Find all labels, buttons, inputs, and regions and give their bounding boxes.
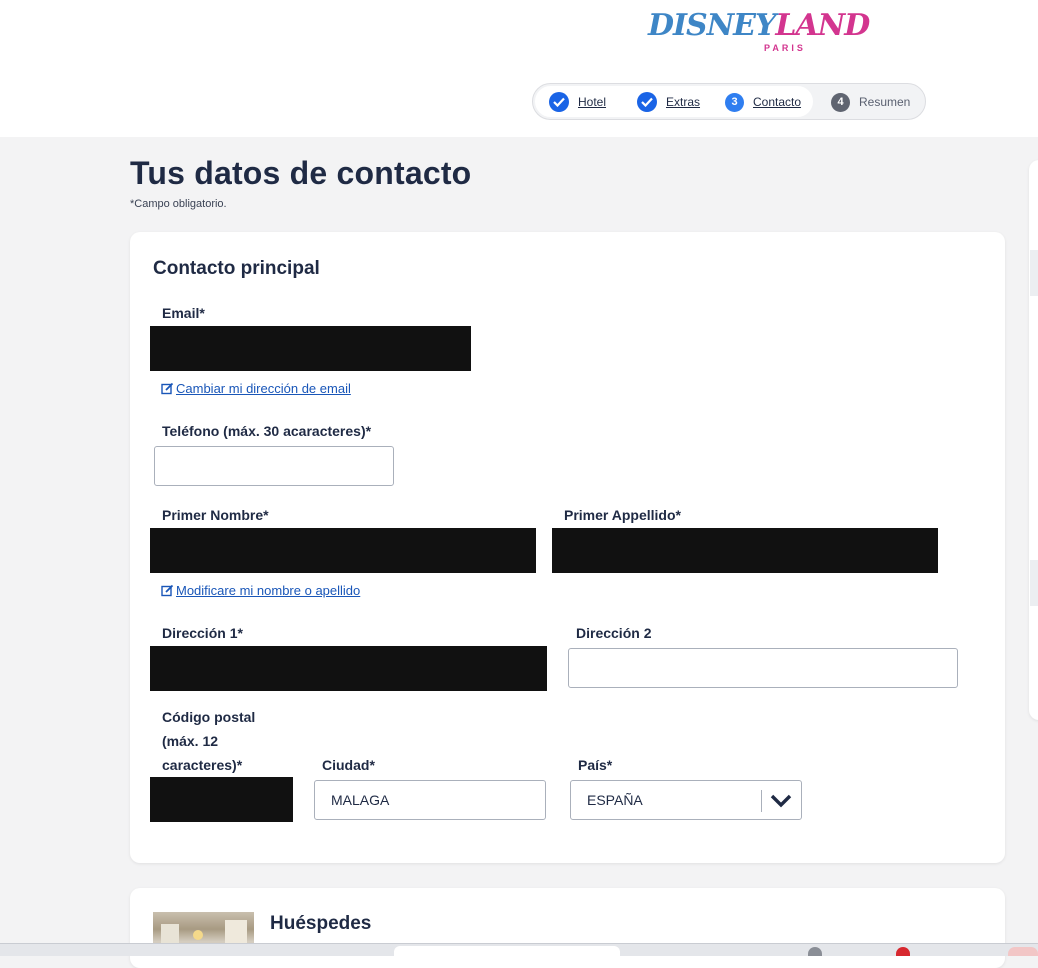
address1-label: Dirección 1*: [162, 625, 243, 641]
step-extras[interactable]: Extras: [637, 92, 700, 112]
country-label: País*: [578, 757, 613, 773]
country-select[interactable]: ESPAÑA: [570, 780, 802, 820]
side-panel-row: [1030, 250, 1038, 296]
address1-field-redacted[interactable]: [150, 646, 547, 691]
guests-section-title: Huéspedes: [270, 913, 372, 934]
postal-code-label-line3: caracteres)*: [162, 757, 243, 773]
phone-label: Teléfono (máx. 30 acaracteres)*: [162, 423, 372, 439]
email-label: Email*: [162, 305, 205, 321]
page-title: Tus datos de contacto: [130, 155, 472, 191]
thumb-lamp: [193, 930, 203, 940]
email-field-redacted[interactable]: [150, 326, 471, 371]
postal-code-label-line2: (máx. 12: [162, 733, 219, 749]
first-name-label: Primer Nombre*: [162, 507, 269, 523]
side-panel-row: [1030, 560, 1038, 606]
postal-code-label-line1: Código postal: [162, 709, 256, 725]
first-name-field-redacted[interactable]: [150, 528, 536, 573]
phone-input[interactable]: [154, 446, 394, 486]
modify-name-link-text[interactable]: Modificare mi nombre o apellido: [176, 583, 360, 598]
last-name-field-redacted[interactable]: [552, 528, 938, 573]
step-number-badge: 4: [831, 92, 850, 112]
step-hotel[interactable]: Hotel: [549, 92, 606, 112]
step-label-contacto[interactable]: Contacto: [753, 95, 801, 109]
select-divider: [761, 790, 762, 812]
site-header: DISNEYLAND PARIS Hotel Extras 3 Contacto…: [0, 0, 1038, 137]
step-label-hotel[interactable]: Hotel: [578, 95, 606, 109]
browser-bottom-bar: [0, 943, 1038, 956]
guests-card: [130, 888, 1005, 968]
logo-wordmark: DISNEYLAND: [648, 8, 870, 43]
section-title-contacto-principal: Contacto principal: [153, 258, 320, 279]
edit-icon: [161, 382, 174, 395]
step-resumen: 4 Resumen: [831, 92, 910, 112]
check-icon: [637, 92, 657, 112]
change-email-link-text[interactable]: Cambiar mi dirección de email: [176, 381, 351, 396]
address2-label: Dirección 2: [576, 625, 652, 641]
step-number-badge: 3: [725, 92, 744, 112]
step-label-extras[interactable]: Extras: [666, 95, 700, 109]
change-email-link[interactable]: Cambiar mi dirección de email: [161, 381, 351, 396]
logo-subtitle: PARIS: [764, 43, 806, 53]
step-contacto[interactable]: 3 Contacto: [725, 92, 801, 112]
check-icon: [549, 92, 569, 112]
country-select-value: ESPAÑA: [587, 792, 643, 808]
summary-side-panel: [1029, 160, 1038, 720]
postal-code-field-redacted[interactable]: [150, 777, 293, 822]
chevron-down-icon[interactable]: [769, 792, 793, 810]
city-input[interactable]: [314, 780, 546, 820]
modify-name-link[interactable]: Modificare mi nombre o apellido: [161, 583, 360, 598]
required-field-note: *Campo obligatorio.: [130, 198, 227, 210]
edit-icon: [161, 584, 174, 597]
step-label-resumen: Resumen: [859, 95, 911, 109]
city-label: Ciudad*: [322, 757, 375, 773]
booking-progress-stepper: Hotel Extras 3 Contacto 4 Resumen: [532, 83, 926, 120]
last-name-label: Primer Appellido*: [564, 507, 681, 523]
disneyland-paris-logo[interactable]: DISNEYLAND PARIS: [648, 6, 870, 58]
address2-input[interactable]: [568, 648, 958, 688]
